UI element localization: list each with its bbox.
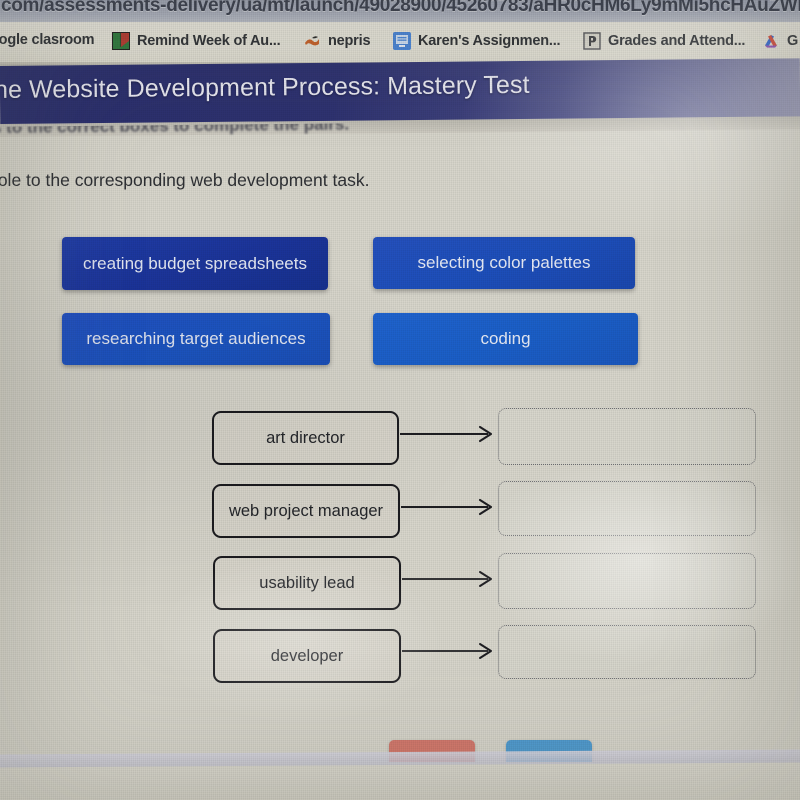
role-label-box: web project manager — [212, 484, 400, 538]
draggable-tile[interactable]: creating budget spreadsheets — [62, 237, 328, 290]
role-label-box: art director — [212, 411, 399, 465]
bookmark-label: Grades and Attend... — [608, 33, 746, 49]
bookmark-karens-assignments[interactable]: Karen's Assignmen... — [393, 32, 561, 50]
drop-zone[interactable] — [498, 553, 756, 609]
url-text: .com/assessments-delivery/ua/mt/launch/4… — [0, 0, 800, 16]
bookmark-label: G — [787, 33, 799, 49]
remind-icon — [112, 32, 130, 50]
bottom-area — [0, 762, 800, 800]
browser-url-bar[interactable]: .com/assessments-delivery/ua/mt/launch/4… — [0, 0, 800, 22]
role-label-box: usability lead — [213, 556, 401, 610]
drop-zone[interactable] — [498, 408, 756, 465]
bookmark-google-clasroom[interactable]: oogle clasroom — [0, 32, 95, 48]
bookmarks-bar: oogle clasroom Remind Week of Au... nepr… — [0, 22, 800, 64]
role-label-box: developer — [213, 629, 401, 683]
draggable-tile[interactable]: researching target audiences — [62, 313, 330, 365]
arrow-icon — [402, 571, 492, 587]
classroom-icon — [393, 32, 411, 50]
bookmark-label: nepris — [328, 33, 371, 49]
bookmark-grades-and-attendance[interactable]: Grades and Attend... — [583, 32, 745, 50]
drop-zone[interactable] — [498, 481, 756, 536]
screen-photo: .com/assessments-delivery/ua/mt/launch/4… — [0, 0, 800, 800]
bookmark-remind[interactable]: Remind Week of Au... — [112, 32, 281, 50]
arrow-icon — [401, 498, 493, 516]
powerschool-icon — [583, 32, 601, 50]
bookmark-nepris[interactable]: nepris — [303, 32, 371, 50]
bookmark-label: oogle clasroom — [0, 32, 95, 48]
arrow-icon — [402, 643, 492, 659]
draggable-tile[interactable]: selecting color palettes — [373, 237, 635, 289]
arrow-icon — [400, 425, 493, 443]
google-drive-icon — [762, 32, 780, 50]
bookmark-google-drive[interactable]: G — [762, 32, 798, 50]
instruction-text: role to the corresponding web developmen… — [0, 170, 370, 190]
nepris-icon — [303, 32, 321, 50]
bookmark-label: Karen's Assignmen... — [418, 33, 561, 49]
bookmark-label: Remind Week of Au... — [137, 33, 281, 49]
drop-zone[interactable] — [498, 625, 756, 679]
draggable-tile[interactable]: coding — [373, 313, 638, 365]
